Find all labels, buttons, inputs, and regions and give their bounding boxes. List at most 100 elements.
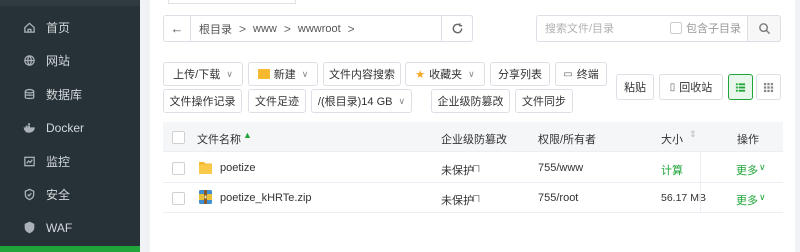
chevron-down-icon[interactable]: ∨: [759, 162, 766, 173]
header-size[interactable]: 大小: [661, 131, 683, 147]
breadcrumb-root[interactable]: 根目录: [199, 21, 232, 37]
sidebar-item-label: 监控: [46, 155, 71, 169]
list-view-button[interactable]: [728, 74, 753, 100]
path-bar[interactable]: ← 根目录 > www > wwwroot >: [163, 15, 473, 42]
row-checkbox[interactable]: [172, 162, 185, 175]
terminal-button[interactable]: ▭ 终端: [555, 62, 607, 86]
sidebar-active-indicator: [0, 246, 140, 252]
chevron-down-icon: ∨: [226, 68, 233, 79]
sidebar-item-waf[interactable]: WAF: [0, 211, 140, 244]
sort-icon[interactable]: ▲: [243, 130, 252, 140]
file-op-log-label: 文件操作记录: [169, 96, 236, 108]
include-subdir-checkbox[interactable]: [670, 22, 682, 34]
disk-select-label: /(根目录)14 GB: [317, 96, 393, 108]
header-permission: 权限/所有者: [538, 134, 597, 146]
header-file-name[interactable]: 文件名称: [197, 131, 241, 147]
home-icon: [22, 21, 36, 35]
refresh-icon: [452, 23, 462, 34]
favorites-button[interactable]: ★ 收藏夹 ∨: [405, 62, 485, 86]
sort-toggle-icon[interactable]: ⇕: [689, 129, 697, 140]
tab-strip: [150, 0, 800, 4]
file-name[interactable]: poetize_kHRTe.zip: [220, 192, 312, 204]
refresh-button[interactable]: [441, 15, 473, 42]
header-tamper: 企业级防篡改: [441, 134, 507, 146]
new-label: 新建: [273, 69, 296, 81]
file-footprint-button[interactable]: 文件足迹: [248, 89, 306, 113]
file-name[interactable]: poetize: [220, 162, 255, 174]
lock-open-icon[interactable]: ⊓: [472, 192, 481, 205]
upload-download-button[interactable]: 上传/下载 ∨: [163, 62, 243, 86]
sidebar-item-label: 首页: [46, 21, 71, 35]
share-list-label: 分享列表: [498, 69, 542, 81]
sidebar-item-label: 网站: [46, 54, 71, 68]
disk-select[interactable]: /(根目录)14 GB ∨: [311, 89, 412, 113]
sidebar-item-label: 安全: [46, 188, 71, 202]
file-op-log-button[interactable]: 文件操作记录: [163, 89, 242, 113]
breadcrumb-wwwroot[interactable]: wwwroot: [298, 23, 341, 35]
sidebar-item-website[interactable]: 网站: [0, 44, 140, 77]
sidebar-item-database[interactable]: 数据库: [0, 78, 140, 111]
sidebar-item-docker[interactable]: Docker: [0, 111, 140, 144]
tamper-protection-button[interactable]: 企业级防篡改: [431, 89, 510, 113]
search-button[interactable]: [747, 15, 781, 42]
sidebar-item-security[interactable]: 安全: [0, 178, 140, 211]
breadcrumb-separator: >: [283, 21, 291, 36]
trash-icon: ▯: [669, 81, 676, 93]
include-subdir-option[interactable]: 包含子目录: [670, 20, 741, 36]
row-checkbox[interactable]: [172, 192, 185, 205]
chevron-down-icon: ∨: [468, 68, 475, 79]
tab-files[interactable]: [168, 0, 296, 4]
folder-icon: [257, 69, 270, 79]
more-menu-link[interactable]: 更多: [736, 192, 758, 208]
terminal-icon: ▭: [563, 68, 573, 80]
permission-owner[interactable]: 755/www: [538, 162, 583, 174]
more-menu-link[interactable]: 更多: [736, 162, 758, 178]
zip-archive-icon: [199, 190, 212, 204]
waf-icon: [22, 221, 36, 235]
folder-icon: [199, 162, 212, 174]
breadcrumb-www[interactable]: www: [253, 23, 277, 35]
permission-owner[interactable]: 755/root: [538, 192, 578, 204]
back-arrow-icon[interactable]: ←: [164, 21, 190, 36]
breadcrumb-separator: >: [239, 21, 247, 36]
sidebar-item-label: 数据库: [46, 88, 83, 102]
tamper-status: 未保护: [441, 165, 474, 177]
sidebar-top-strip: [0, 0, 140, 6]
content-search-button[interactable]: 文件内容搜索: [323, 62, 401, 86]
select-all-checkbox[interactable]: [172, 131, 185, 144]
content-search-label: 文件内容搜索: [329, 69, 395, 81]
chevron-down-icon[interactable]: ∨: [759, 192, 766, 203]
sidebar-item-home[interactable]: 首页: [0, 11, 140, 44]
docker-icon: [22, 121, 36, 135]
file-sync-label: 文件同步: [522, 96, 566, 108]
sidebar-item-label: Docker: [46, 120, 85, 135]
grid-view-button[interactable]: [756, 74, 781, 100]
calculate-size-link[interactable]: 计算: [661, 162, 683, 178]
new-button[interactable]: 新建 ∨: [248, 62, 318, 86]
terminal-label: 终端: [576, 69, 599, 81]
file-sync-button[interactable]: 文件同步: [515, 89, 573, 113]
star-icon: ★: [415, 68, 426, 81]
recycle-bin-button[interactable]: ▯ 回收站: [659, 74, 723, 100]
search-input[interactable]: [545, 22, 665, 35]
tamper-status: 未保护: [441, 195, 474, 207]
tamper-protection-label: 企业级防篡改: [437, 96, 504, 108]
search-icon: [758, 23, 770, 35]
lock-open-icon[interactable]: ⊓: [472, 162, 481, 175]
upload-download-label: 上传/下载: [173, 69, 221, 81]
sidebar-item-monitor[interactable]: 监控: [0, 145, 140, 178]
divider: [190, 15, 191, 42]
header-operations: 操作: [737, 134, 759, 146]
favorites-label: 收藏夹: [429, 69, 463, 81]
include-subdir-label: 包含子目录: [686, 23, 741, 35]
chevron-down-icon: ∨: [301, 68, 309, 79]
shield-icon: [22, 188, 36, 202]
share-list-button[interactable]: 分享列表: [490, 62, 550, 86]
recycle-label: 回收站: [679, 82, 713, 94]
globe-icon: [22, 54, 36, 68]
operations-column-divider: [700, 152, 701, 212]
database-icon: [22, 88, 36, 102]
sidebar-item-label: WAF: [46, 220, 73, 235]
paste-button[interactable]: 粘贴: [616, 74, 654, 100]
grid-view-icon: [763, 82, 774, 92]
